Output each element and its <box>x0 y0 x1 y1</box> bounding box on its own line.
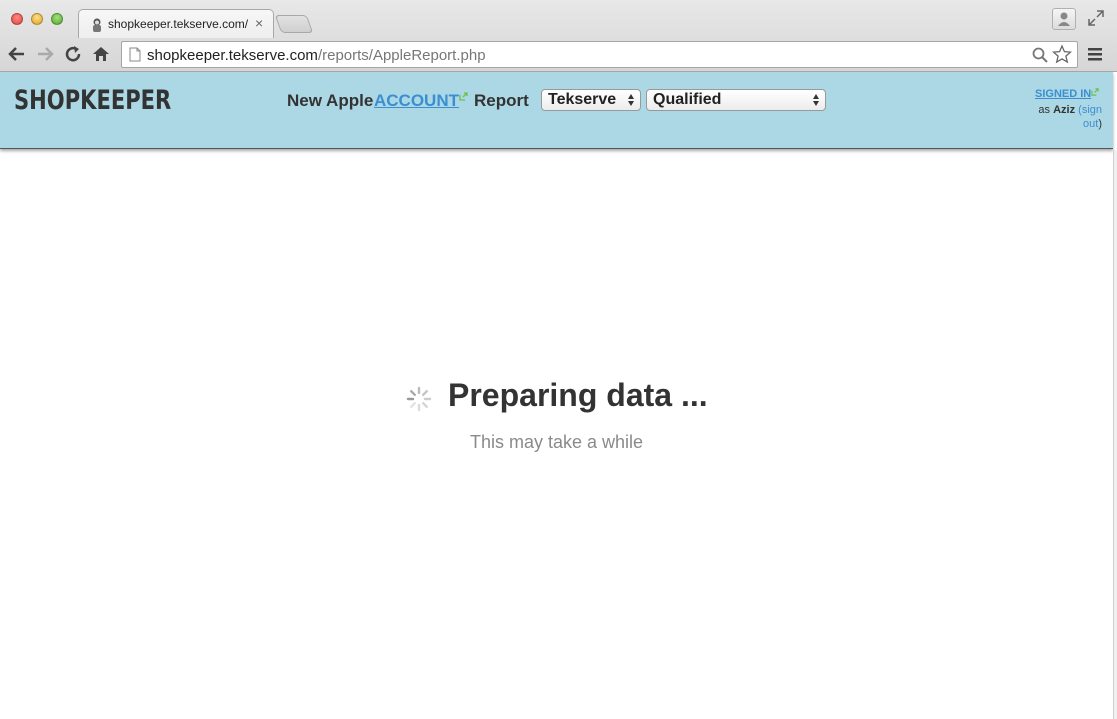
close-window-button[interactable] <box>11 13 23 25</box>
loading-heading: Preparing data ... <box>448 377 708 413</box>
tab-title: shopkeeper.tekserve.com/ <box>108 17 248 31</box>
report-title-prefix: New Apple <box>287 91 374 110</box>
loading-spinner-icon <box>406 386 432 412</box>
sign-out-link-part2[interactable]: out <box>1083 118 1098 130</box>
home-icon <box>93 47 109 61</box>
search-icon[interactable] <box>1031 46 1049 64</box>
report-title-suffix: Report <box>474 91 529 110</box>
reload-icon <box>65 46 81 62</box>
store-select-value: Tekserve <box>548 91 617 108</box>
page-icon <box>129 47 141 62</box>
zoom-window-button[interactable] <box>51 13 63 25</box>
as-label: as <box>1038 104 1051 116</box>
window-right-edge <box>1113 150 1117 719</box>
arrow-left-icon <box>8 47 24 61</box>
shopkeeper-logo[interactable]: SHOPKEEPER <box>14 85 171 116</box>
sign-out-line: out) <box>1083 118 1102 130</box>
url-text: shopkeeper.tekserve.com/reports/AppleRep… <box>147 47 486 64</box>
person-icon <box>1058 12 1070 26</box>
menu-icon[interactable] <box>1087 46 1103 62</box>
user-line: as Aziz (sign <box>1038 104 1102 116</box>
browser-chrome: shopkeeper.tekserve.com/ × shopkeeper.te… <box>0 0 1117 72</box>
username: Aziz <box>1053 104 1076 116</box>
url-host: shopkeeper.tekserve.com <box>147 47 318 64</box>
select-arrows-icon <box>628 94 634 106</box>
external-link-icon <box>459 92 468 101</box>
url-path: /reports/AppleReport.php <box>317 47 486 64</box>
favicon-icon <box>93 18 101 32</box>
reload-button[interactable] <box>63 44 83 64</box>
fullscreen-icon[interactable] <box>1087 9 1105 27</box>
signed-in-link[interactable]: SIGNED IN <box>1035 88 1091 100</box>
browser-tab[interactable]: shopkeeper.tekserve.com/ × <box>78 9 274 38</box>
status-select[interactable]: Qualified <box>646 89 826 111</box>
store-select[interactable]: Tekserve <box>541 89 641 111</box>
address-bar[interactable]: shopkeeper.tekserve.com/reports/AppleRep… <box>121 41 1078 68</box>
minimize-window-button[interactable] <box>31 13 43 25</box>
bookmark-star-icon[interactable] <box>1052 44 1072 64</box>
site-header: SHOPKEEPER New Apple ACCOUNT Report Teks… <box>0 72 1113 149</box>
back-button[interactable] <box>7 44 27 64</box>
loading-subtext: This may take a while <box>470 432 644 452</box>
forward-button[interactable] <box>35 44 55 64</box>
tab-close-button[interactable]: × <box>255 15 263 31</box>
status-select-value: Qualified <box>653 91 722 108</box>
profile-button[interactable] <box>1052 8 1076 30</box>
arrow-right-icon <box>38 47 54 61</box>
select-arrows-icon <box>813 94 819 106</box>
home-button[interactable] <box>91 44 111 64</box>
external-link-icon <box>1091 88 1099 96</box>
account-link[interactable]: ACCOUNT <box>374 91 459 111</box>
sign-out-link-part1[interactable]: (sign <box>1078 104 1102 116</box>
new-tab-button[interactable] <box>274 15 314 33</box>
sign-out-close-paren: ) <box>1098 118 1102 130</box>
